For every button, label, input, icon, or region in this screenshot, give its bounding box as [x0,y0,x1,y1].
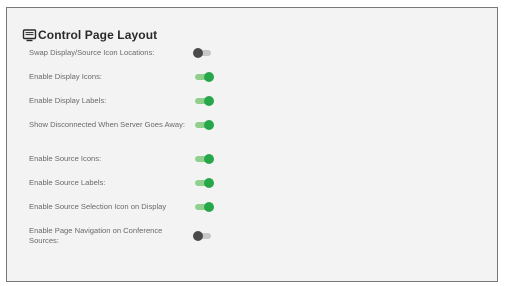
toggle-knob [193,48,203,58]
toggle-knob [193,231,203,241]
page-navigation-toggle[interactable] [193,230,214,242]
setting-row-display-labels: Enable Display Labels: [29,96,489,106]
setting-label: Enable Display Icons: [29,72,103,81]
display-labels-toggle[interactable] [193,95,214,107]
setting-row-show-disconnected: Show Disconnected When Server Goes Away: [29,120,489,130]
panel-header: Control Page Layout [22,25,157,45]
setting-row-swap-locations: Swap Display/Source Icon Locations: [29,48,489,58]
display-icons-toggle[interactable] [193,71,214,83]
toggle-knob [204,96,214,106]
panel-title: Control Page Layout [38,28,158,42]
monitor-icon [22,28,37,43]
setting-row-source-icons: Enable Source Icons: [29,154,489,164]
toggle-knob [204,72,214,82]
settings-panel: Control Page Layout Swap Display/Source … [6,7,498,282]
source-icons-toggle[interactable] [193,153,214,165]
setting-row-source-labels: Enable Source Labels: [29,178,489,188]
setting-label: Show Disconnected When Server Goes Away: [29,120,186,129]
toggle-knob [204,154,214,164]
toggle-knob [204,202,214,212]
setting-label: Enable Source Icons: [29,154,102,163]
setting-label: Enable Page Navigation on Conference Sou… [29,226,163,245]
setting-label: Enable Source Selection Icon on Display [29,202,167,211]
show-disconnected-toggle[interactable] [193,119,214,131]
source-selection-icon-toggle[interactable] [193,201,214,213]
setting-label: Swap Display/Source Icon Locations: [29,48,155,57]
source-labels-toggle[interactable] [193,177,214,189]
setting-label: Enable Source Labels: [29,178,106,187]
toggle-knob [204,120,214,130]
swap-locations-toggle[interactable] [193,47,214,59]
setting-row-source-selection-icon: Enable Source Selection Icon on Display [29,202,489,212]
setting-row-display-icons: Enable Display Icons: [29,72,489,82]
setting-label: Enable Display Labels: [29,96,107,105]
setting-row-page-navigation: Enable Page Navigation on Conference Sou… [29,226,489,246]
toggle-knob [204,178,214,188]
